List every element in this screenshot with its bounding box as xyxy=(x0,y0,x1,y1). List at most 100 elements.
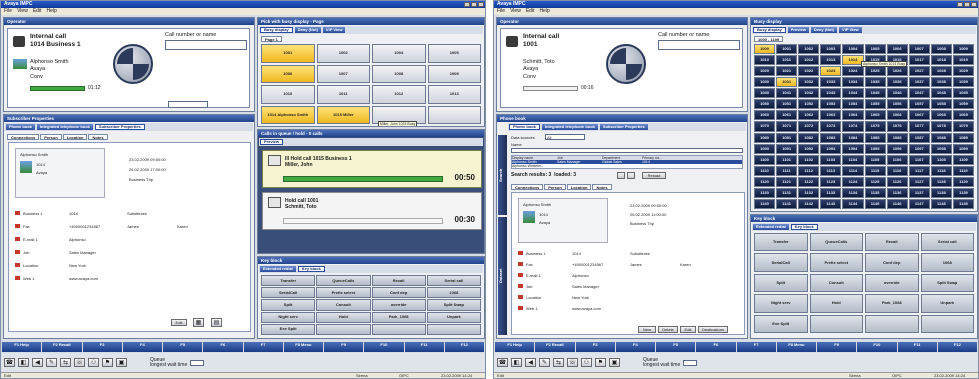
tab-integrated-book[interactable]: Integrated telephone book xyxy=(541,124,598,130)
key-block-button[interactable]: Serial call xyxy=(426,275,481,287)
busy-key[interactable]: 1013 xyxy=(427,85,481,104)
function-key-f9[interactable]: F9 xyxy=(324,342,364,352)
next-page-button[interactable] xyxy=(627,172,635,179)
busy-key[interactable]: 1021 xyxy=(776,66,798,77)
busy-key[interactable]: 1078 xyxy=(930,121,952,132)
tab-deny[interactable]: Deny (Not) xyxy=(294,27,321,33)
busy-key[interactable]: 1095 xyxy=(864,143,886,154)
busy-key[interactable]: 1007 xyxy=(908,44,930,55)
busy-key[interactable]: 1005 xyxy=(427,44,481,63)
busy-key[interactable]: 1051 xyxy=(776,99,798,110)
busy-key[interactable]: 1020 xyxy=(754,66,776,77)
busy-key[interactable]: 1140 xyxy=(754,198,776,209)
tab-preview[interactable]: Preview xyxy=(787,27,809,33)
busy-key[interactable]: 1142 xyxy=(798,198,820,209)
tab-key-block[interactable]: Key block xyxy=(297,266,325,272)
notification-card-1[interactable]: Ill Hold call 1015 Business 1 Miller, Joh… xyxy=(262,150,482,188)
busy-key[interactable]: 1061 xyxy=(776,110,798,121)
busy-key[interactable]: 1028 xyxy=(930,66,952,77)
dial-icon[interactable]: ☎ xyxy=(497,358,508,367)
busy-key[interactable]: 1124 xyxy=(842,176,864,187)
key-block-button[interactable]: QueueCalls xyxy=(809,233,863,252)
key-block-button[interactable] xyxy=(316,323,371,335)
busy-key[interactable]: 1108 xyxy=(930,154,952,165)
new-button[interactable]: New xyxy=(638,326,656,333)
tab-vip-view[interactable]: VIP View xyxy=(322,27,346,33)
key-block-button[interactable]: Night serv xyxy=(754,294,808,313)
busy-key[interactable]: 1057 xyxy=(908,99,930,110)
tab-location[interactable]: Location xyxy=(566,184,592,190)
key-block-button[interactable]: Conf dep xyxy=(371,287,426,299)
key-block-button[interactable]: Transfer xyxy=(754,233,808,252)
function-key-f4[interactable]: F4 xyxy=(122,342,162,352)
busy-key[interactable]: 1000 xyxy=(754,44,776,55)
function-key-f3[interactable]: F3 xyxy=(575,342,615,352)
function-key-f7[interactable]: F7 xyxy=(243,342,283,352)
busy-key[interactable]: 1058 xyxy=(930,99,952,110)
busy-key[interactable]: 1022 xyxy=(798,66,820,77)
busy-key[interactable]: 1099 xyxy=(952,143,974,154)
busy-key[interactable]: 1120 xyxy=(754,176,776,187)
hold-toolbar-icon[interactable]: ◧ xyxy=(18,358,29,367)
tab-range[interactable]: 1000 - 1199 xyxy=(754,36,784,42)
busy-key[interactable]: 1044 xyxy=(842,88,864,99)
key-block-button[interactable] xyxy=(809,314,863,333)
busy-key[interactable]: 1002 xyxy=(316,44,370,63)
busy-key[interactable]: 1014 Alphonso Smith xyxy=(261,105,315,124)
key-block-button[interactable]: Split Swap xyxy=(426,299,481,311)
key-block-button[interactable]: override xyxy=(865,273,919,293)
key-block-button[interactable]: Recall xyxy=(865,233,919,252)
busy-key[interactable]: 1134 xyxy=(842,187,864,198)
busy-key[interactable]: 1118 xyxy=(930,165,952,176)
print-icon[interactable]: ▤ xyxy=(211,318,222,327)
tab-key-block[interactable]: Key block xyxy=(790,224,818,230)
busy-key[interactable]: 1008 xyxy=(930,44,952,55)
menu-file[interactable]: File xyxy=(4,8,12,15)
prev-page-button[interactable] xyxy=(617,172,625,179)
call-number-input[interactable] xyxy=(165,40,247,50)
tab-busy-display[interactable]: Busy display xyxy=(753,27,786,33)
menu-file[interactable]: File xyxy=(497,8,505,15)
busy-key[interactable]: 1030 xyxy=(754,77,776,88)
busy-key[interactable]: 1113 xyxy=(820,165,842,176)
key-block-button[interactable]: Exe Split xyxy=(754,314,808,333)
busy-key[interactable]: 1129 xyxy=(952,176,974,187)
busy-key[interactable]: 1012 xyxy=(372,85,426,104)
function-key-f6[interactable]: F6 xyxy=(203,342,243,352)
dial-answer-icon[interactable] xyxy=(610,48,626,64)
busy-key[interactable]: 1039 xyxy=(952,77,974,88)
busy-key[interactable]: 1018 xyxy=(930,55,952,66)
busy-key[interactable]: 1082 xyxy=(798,132,820,143)
busy-key[interactable]: 1019 xyxy=(952,55,974,66)
maximize-button[interactable] xyxy=(964,2,970,7)
key-block-button[interactable]: 1068 xyxy=(426,287,481,299)
busy-key[interactable]: 1093 xyxy=(820,143,842,154)
call-combo[interactable] xyxy=(168,101,208,108)
busy-key[interactable]: 1067 xyxy=(908,110,930,121)
busy-key[interactable]: 1004 xyxy=(842,44,864,55)
busy-key[interactable]: 1122 xyxy=(798,176,820,187)
busy-key[interactable]: 1059 xyxy=(952,99,974,110)
key-block-button[interactable]: Consult xyxy=(809,273,863,293)
name-search-input[interactable] xyxy=(511,148,743,153)
busy-key[interactable]: 1009 xyxy=(952,44,974,55)
busy-key[interactable]: 1147 xyxy=(908,198,930,209)
busy-key[interactable]: 1042 xyxy=(798,88,820,99)
busy-key[interactable]: 1053 xyxy=(820,99,842,110)
busy-key[interactable]: 1119 xyxy=(952,165,974,176)
busy-key[interactable]: 1063 xyxy=(820,110,842,121)
tab-phone-book[interactable]: Phone book xyxy=(509,124,540,130)
busy-key[interactable]: 1011 xyxy=(316,85,370,104)
busy-key[interactable]: 1035 xyxy=(864,77,886,88)
tab-person[interactable]: Person xyxy=(544,184,566,190)
key-block-button[interactable]: Park_1068 xyxy=(371,311,426,323)
close-button[interactable] xyxy=(971,2,977,7)
busy-key[interactable]: 1087 xyxy=(908,132,930,143)
busy-key[interactable]: 1025 xyxy=(864,66,886,77)
busy-key[interactable]: 1013 xyxy=(820,55,842,66)
dial-answer-icon[interactable] xyxy=(117,48,133,64)
tab-connections[interactable]: Connections xyxy=(7,134,40,140)
function-key-f8[interactable]: F8 Menu xyxy=(776,342,816,352)
key-block-button[interactable]: Split xyxy=(754,273,808,293)
busy-key[interactable]: 1080 xyxy=(754,132,776,143)
